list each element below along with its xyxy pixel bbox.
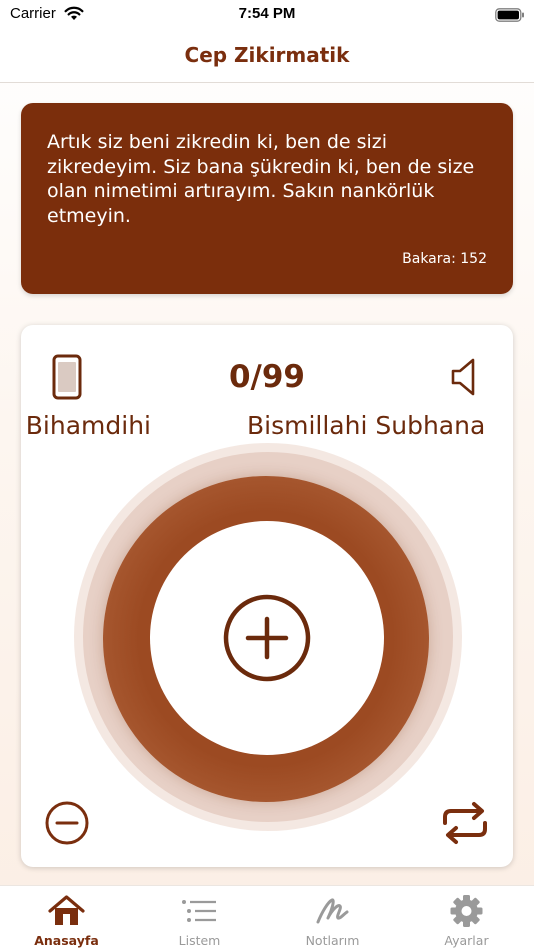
count-display: 0/99	[228, 359, 306, 395]
dhikr-carousel[interactable]: Subhanallahi ve Bihamdihi Bismillahi Sub…	[21, 411, 485, 445]
signature-icon	[314, 894, 351, 928]
list-icon	[181, 894, 218, 928]
verse-source: Bakara: 152	[402, 251, 487, 267]
clock: 7:54 PM	[238, 5, 296, 22]
tab-listem[interactable]: Listem	[133, 886, 266, 950]
navigation-bar: Cep Zikirmatik	[0, 30, 534, 83]
counter-card: 0/99 Subhanallahi ve Bihamdihi Bismillah…	[21, 325, 513, 867]
plus-circle-icon[interactable]	[223, 594, 311, 682]
tab-notlarim[interactable]: Notlarım	[266, 886, 399, 950]
verse-text: Artık siz beni zikredin ki, ben de sizi …	[47, 131, 475, 227]
gear-icon	[448, 894, 485, 928]
battery-icon	[495, 7, 525, 26]
speaker-icon[interactable]	[447, 355, 483, 399]
tab-label: Ayarlar	[444, 933, 489, 948]
tab-ayarlar[interactable]: Ayarlar	[400, 886, 533, 950]
tab-bar: Anasayfa Listem Notlarım Ayarlar	[0, 885, 534, 950]
status-bar: Carrier 7:54 PM	[0, 0, 534, 30]
repeat-icon[interactable]	[439, 799, 491, 847]
home-icon	[48, 894, 85, 928]
verse-card: Artık siz beni zikredin ki, ben de sizi …	[21, 103, 513, 294]
tab-label: Notlarım	[305, 933, 360, 948]
dhikr-current[interactable]: Bismillahi Subhanallah	[247, 411, 485, 440]
minus-circle-icon[interactable]	[43, 799, 91, 847]
dhikr-previous[interactable]: Subhanallahi ve Bihamdihi	[21, 411, 151, 440]
tab-anasayfa[interactable]: Anasayfa	[0, 886, 133, 950]
tab-label: Anasayfa	[34, 933, 99, 948]
page-title: Cep Zikirmatik	[184, 43, 350, 67]
tab-label: Listem	[178, 933, 221, 948]
